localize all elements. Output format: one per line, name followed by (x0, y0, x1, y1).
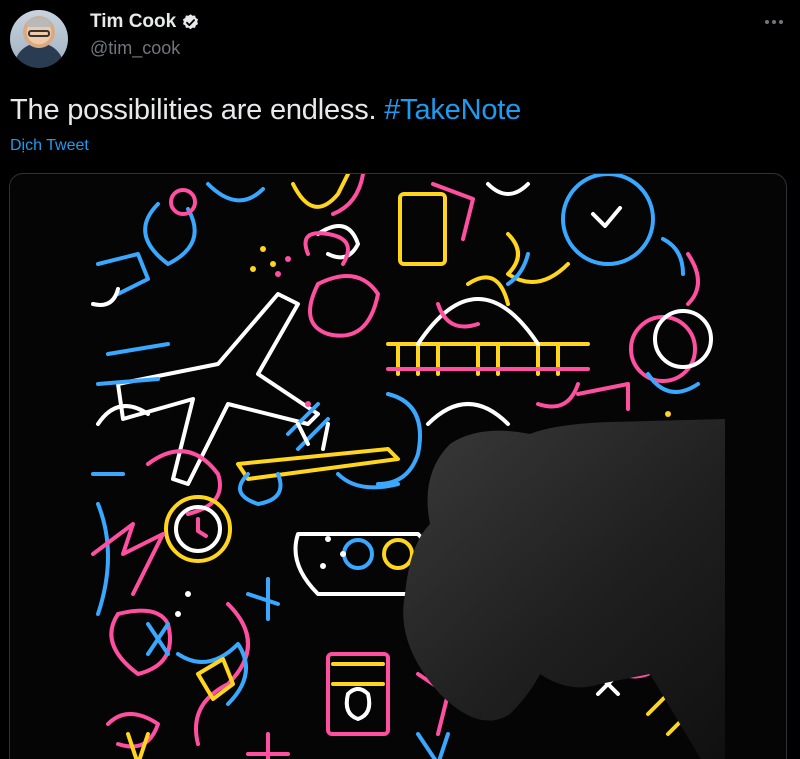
doodle-artwork (91, 174, 713, 759)
author-handle[interactable]: @tim_cook (90, 38, 180, 59)
tweet-text-plain: The possibilities are endless. (10, 94, 377, 126)
author-display-name[interactable]: Tim Cook (90, 11, 176, 33)
more-dot (765, 20, 769, 24)
more-dot (779, 20, 783, 24)
translate-tweet-link[interactable]: Dịch Tweet (10, 137, 89, 155)
verified-badge-icon (183, 13, 199, 29)
avatar-hair (27, 18, 51, 27)
tweet: Tim Cook @tim_cook The possibilities are… (0, 0, 800, 759)
more-options-icon[interactable] (762, 12, 786, 32)
author-name-row: Tim Cook (90, 11, 200, 33)
avatar-glasses (28, 30, 50, 37)
tweet-text: The possibilities are endless. #TakeNote (10, 94, 521, 127)
hashtag-link[interactable]: #TakeNote (384, 94, 521, 126)
tweet-media[interactable] (9, 173, 787, 759)
more-dot (772, 20, 776, 24)
avatar[interactable] (10, 10, 68, 68)
